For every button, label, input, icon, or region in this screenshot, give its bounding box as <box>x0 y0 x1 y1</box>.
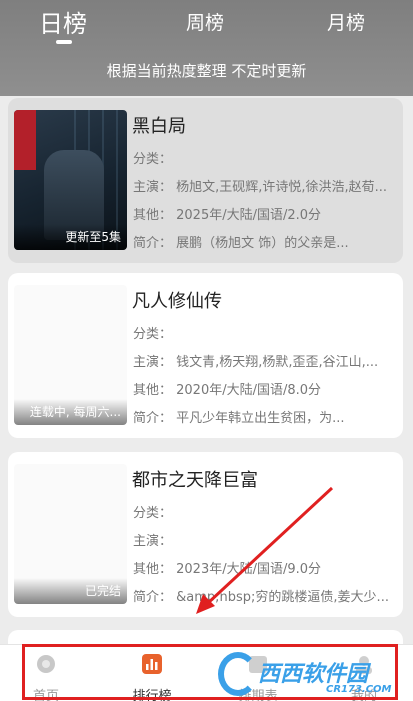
header: 日榜 周榜 月榜 根据当前热度整理 不定时更新 <box>0 0 413 96</box>
drama-category: 分类： <box>133 506 173 521</box>
poster-title-stripe <box>14 110 36 170</box>
blank-poster[interactable]: 连载中, 每周六... <box>14 285 127 425</box>
blank-poster[interactable]: 已完结 <box>14 464 127 604</box>
nav-schedule[interactable]: 排期表 <box>218 645 298 701</box>
ranking-subtitle: 根据当前热度整理 不定时更新 <box>106 62 307 80</box>
tab-weekly[interactable]: 周榜 <box>160 8 250 35</box>
profile-icon <box>356 656 372 674</box>
drama-title[interactable]: 凡人修仙传 <box>132 287 222 313</box>
list-item[interactable]: 已完结 都市之天降巨富 分类： 主演： 其他： 2023年/大陆/国语/9.0分… <box>8 452 403 617</box>
drama-other-info: 其他： 2025年/大陆/国语/2.0分 <box>133 208 322 223</box>
drama-intro: 简介： &amp;nbsp;穷的跳楼逼债,姜大少... <box>133 590 389 605</box>
tab-daily[interactable]: 日榜 <box>18 4 108 39</box>
drama-category: 分类： <box>133 327 173 342</box>
episode-status-badge: 更新至5集 <box>14 224 127 250</box>
drama-intro: 简介： 平凡少年韩立出生贫困，为... <box>133 411 345 426</box>
nav-ranking-label: 排行榜 <box>132 689 172 701</box>
nav-ranking[interactable]: 排行榜 <box>112 645 192 701</box>
schedule-icon <box>249 656 267 673</box>
drama-category: 分类： <box>133 152 173 167</box>
drama-cast: 主演： 钱文青,杨天翔,杨默,歪歪,谷江山,... <box>133 355 379 370</box>
tab-monthly[interactable]: 月榜 <box>301 8 391 35</box>
list-item[interactable]: 更新至5集 黑白局 分类： 主演： 杨旭文,王砚辉,许诗悦,徐洪浩,赵荀... … <box>8 98 403 263</box>
drama-cast: 主演： 杨旭文,王砚辉,许诗悦,徐洪浩,赵荀... <box>133 180 388 195</box>
episode-status-badge: 已完结 <box>14 578 127 604</box>
drama-other-info: 其他： 2023年/大陆/国语/9.0分 <box>133 562 322 577</box>
nav-home[interactable]: 首页 <box>6 645 86 701</box>
nav-schedule-label: 排期表 <box>238 689 278 701</box>
nav-profile-label: 我的 <box>350 689 377 701</box>
drama-poster-image[interactable]: 更新至5集 <box>14 110 127 250</box>
nav-profile[interactable]: 我的 <box>324 645 404 701</box>
home-icon <box>37 655 55 673</box>
episode-status-badge: 连载中, 每周六... <box>14 399 127 425</box>
ranking-icon <box>142 654 162 674</box>
drama-title[interactable]: 都市之天降巨富 <box>132 466 258 492</box>
nav-home-label: 首页 <box>32 689 59 701</box>
list-item[interactable]: 连载中, 每周六... 凡人修仙传 分类： 主演： 钱文青,杨天翔,杨默,歪歪,… <box>8 273 403 438</box>
active-tab-indicator <box>56 40 72 44</box>
drama-intro: 简介： 展鹏（杨旭文 饰）的父亲是... <box>133 236 349 251</box>
drama-title[interactable]: 黑白局 <box>132 112 186 138</box>
ranking-tabs: 日榜 周榜 月榜 <box>0 0 413 48</box>
drama-other-info: 其他： 2020年/大陆/国语/8.0分 <box>133 383 322 398</box>
drama-cast: 主演： <box>133 534 173 549</box>
bottom-navigation: 首页 排行榜 排期表 我的 <box>0 644 413 701</box>
